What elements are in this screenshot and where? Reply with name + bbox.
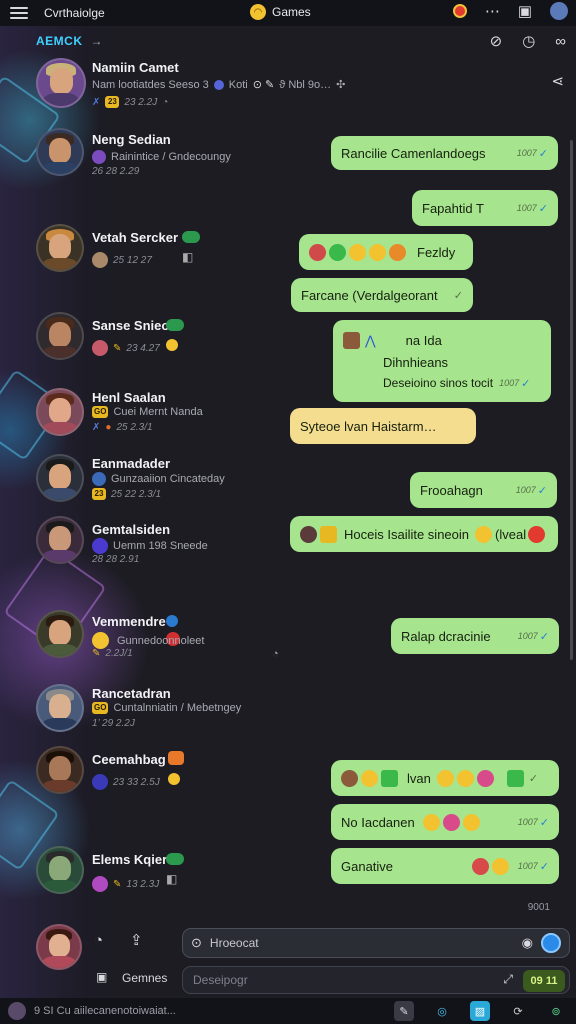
image-icon[interactable]: ▨ bbox=[470, 1001, 490, 1021]
games-icon[interactable]: ▣ bbox=[96, 970, 107, 984]
games-label[interactable]: Gemnes bbox=[122, 971, 167, 985]
send-button[interactable]: 09 11 bbox=[523, 970, 565, 992]
contact-name: Vemmendre bbox=[92, 614, 166, 629]
message-bubble[interactable]: Rancilie Camenlandoegs 1007 ✓ bbox=[331, 136, 558, 170]
status-icons bbox=[168, 751, 184, 788]
contact-subtitle: GO Cuntalnniatin / Mebetngey bbox=[92, 702, 242, 714]
message-input[interactable]: Deseipogr ⤢ 09 11 bbox=[182, 966, 570, 994]
avatar[interactable] bbox=[36, 312, 84, 360]
contact-subtitle: Gunnedoonnoleet bbox=[92, 632, 204, 649]
contact-meta: 28 28 2.91 bbox=[92, 554, 140, 565]
status-icons: ◧ bbox=[182, 230, 200, 266]
refresh-icon[interactable]: ⟳ bbox=[508, 1001, 528, 1021]
avatar[interactable] bbox=[36, 684, 84, 732]
center-title: Games bbox=[272, 5, 311, 19]
message-bubble[interactable]: Farcane (Verdalgeorant ✓ bbox=[291, 278, 473, 312]
clock-icon[interactable]: ◔ bbox=[94, 932, 103, 949]
contact-name: Gemtalsiden bbox=[92, 522, 171, 537]
menu-icon[interactable] bbox=[10, 7, 28, 19]
contact-name: Rancetadran bbox=[92, 686, 171, 701]
message-bubble[interactable]: ⋀ na Ida Dihnhieans Deseioino sinos tocit… bbox=[333, 320, 551, 402]
infinity-icon[interactable]: ∞ bbox=[555, 32, 566, 50]
more-icon[interactable]: ⋯ bbox=[485, 2, 500, 20]
message-bubble[interactable]: Frooahagn 1007 ✓ bbox=[410, 472, 557, 508]
chat-header: AEMCK → ⊘ ◷ ∞ Namiin Camet Nam lootiatdes… bbox=[0, 26, 576, 118]
share-icon[interactable]: ⋖ bbox=[551, 72, 564, 90]
avatar[interactable] bbox=[36, 388, 84, 436]
timestamp-footer: 9001 bbox=[527, 902, 550, 913]
message-bubble[interactable]: No Iacdanen 1007 ✓ bbox=[331, 804, 559, 840]
avatar[interactable] bbox=[36, 516, 84, 564]
window-icon[interactable]: ▣ bbox=[518, 2, 532, 20]
mic-icon[interactable] bbox=[541, 933, 561, 953]
contact-subtitle: GO Cuei Mernt Nanda bbox=[92, 406, 203, 418]
header-meta: ✗ 23 23 2.2J ◔ bbox=[92, 96, 169, 108]
search-icon: ⊙ bbox=[191, 935, 202, 950]
contact-meta: ✗ ● 25 2.3/1 bbox=[92, 422, 153, 433]
read-icon: ◔ bbox=[272, 648, 279, 660]
bottom-bar: 9 SI Cu aiilecanenotoiwaiat... ✎ ◎ ▨ ⟳ ⊚ bbox=[0, 998, 576, 1024]
profile-icon[interactable] bbox=[550, 2, 568, 20]
contact-meta: ✎ 2.2J/1 bbox=[92, 648, 133, 659]
avatar[interactable] bbox=[36, 128, 84, 176]
bottom-status-text: 9 SI Cu aiilecanenotoiwaiat... bbox=[34, 1005, 176, 1017]
contact-name: Eanmadader bbox=[92, 456, 171, 471]
avatar[interactable] bbox=[36, 746, 84, 794]
top-bar: Cvrthaiolge ◠ Games ⋯ ▣ bbox=[0, 0, 576, 26]
message-bubble[interactable]: Syteoe lvan Haistarm… bbox=[290, 408, 476, 444]
contact-subtitle: Gunzaaiion Cincateday bbox=[92, 472, 225, 486]
location-icon[interactable]: ◎ bbox=[432, 1001, 452, 1021]
attach-icon[interactable]: ⤢ bbox=[503, 972, 513, 987]
scrollbar[interactable] bbox=[570, 140, 573, 660]
avatar[interactable] bbox=[8, 1002, 26, 1020]
share-out-icon[interactable]: ⇪ bbox=[130, 931, 143, 949]
header-title: Namiin Camet bbox=[92, 60, 179, 75]
record-icon[interactable] bbox=[452, 4, 467, 18]
contact-meta: 25 12 27 bbox=[92, 252, 152, 268]
message-bubble[interactable]: lvan ✓ bbox=[331, 760, 559, 796]
settings-icon[interactable]: ⊚ bbox=[546, 1001, 566, 1021]
status-icons bbox=[166, 318, 184, 354]
contact-name: Elems Kqier bbox=[92, 852, 168, 867]
search-input[interactable]: ⊙ Hroeocat ◉ bbox=[182, 928, 570, 958]
avatar[interactable] bbox=[36, 58, 86, 108]
edit-icon[interactable]: ⊘ bbox=[490, 32, 503, 50]
contact-subtitle: Rainintice / Gndecoungy bbox=[92, 150, 231, 164]
games-title[interactable]: ◠ Games bbox=[250, 4, 311, 20]
message-bubble[interactable]: Fapahtid T 1007 ✓ bbox=[412, 190, 558, 226]
contact-meta: 26 28 2.29 bbox=[92, 166, 140, 177]
contact-meta: 23 33 2.5J bbox=[92, 774, 160, 790]
contact-meta: 23 25 22 2.3/1 bbox=[92, 488, 161, 500]
edit-icon[interactable]: ✎ bbox=[394, 1001, 414, 1021]
clock-icon[interactable]: ◷ bbox=[522, 32, 535, 50]
contact-meta: ✎ 13 2.3J bbox=[92, 876, 159, 892]
message-bubble[interactable]: Hoceis Isailite sineoin (lveal bbox=[290, 516, 558, 552]
camera-icon[interactable]: ◉ bbox=[522, 935, 533, 951]
contact-subtitle: Uemm 198 Sneede bbox=[92, 538, 208, 554]
app-name: Cvrthaiolge bbox=[44, 6, 105, 20]
avatar[interactable] bbox=[36, 924, 82, 970]
smiley-icon: ◠ bbox=[250, 4, 266, 20]
status-icons: ◧ bbox=[166, 852, 184, 888]
contact-name: Ceemahbag bbox=[92, 752, 166, 767]
contact-meta: 1’ 29 2.2J bbox=[92, 718, 135, 729]
avatar[interactable] bbox=[36, 454, 84, 502]
avatar[interactable] bbox=[36, 610, 84, 658]
header-tag[interactable]: AEMCK → bbox=[36, 34, 103, 48]
composer: ◔ ⇪ ⊙ Hroeocat ◉ ▣ Gemnes Deseipogr ⤢ 09… bbox=[0, 918, 576, 998]
avatar[interactable] bbox=[36, 846, 84, 894]
message-bubble[interactable]: Ralap dcracinie 1007 ✓ bbox=[391, 618, 559, 654]
message-bubble[interactable]: Fezldy bbox=[299, 234, 473, 270]
contact-name: Vetah Sercker bbox=[92, 230, 179, 245]
contact-meta: ✎ 23 4.27 bbox=[92, 340, 160, 356]
header-subtitle: Nam lootiatdes Seeso 3 Koti ⊙ ✎ ϑ Nbl 9o… bbox=[92, 78, 346, 92]
status-icon bbox=[213, 79, 224, 90]
contact-name: Henl Saalan bbox=[92, 390, 166, 405]
contact-name: Neng Sedian bbox=[92, 132, 171, 147]
avatar[interactable] bbox=[36, 224, 84, 272]
contact-name: Sanse Snieo bbox=[92, 318, 170, 333]
message-bubble[interactable]: Ganative 1007 ✓ bbox=[331, 848, 559, 884]
